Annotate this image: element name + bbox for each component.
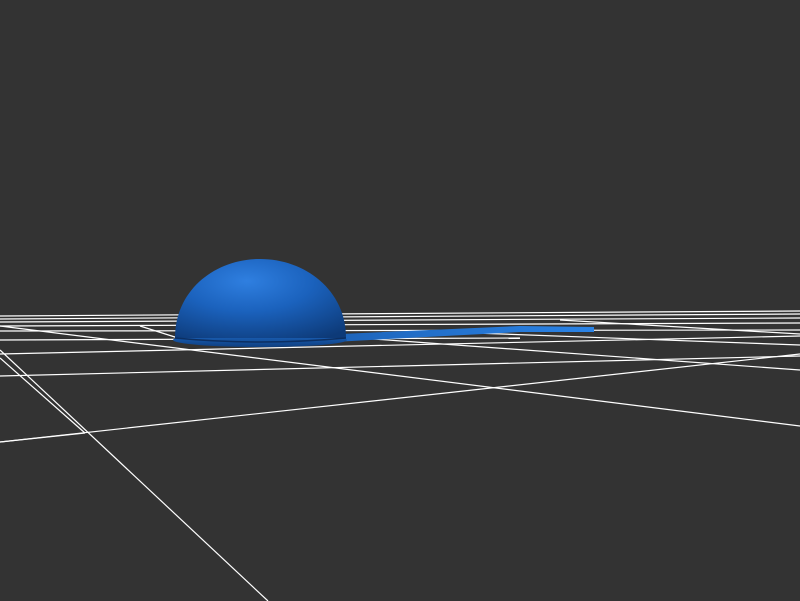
background: [0, 0, 800, 601]
3d-viewport[interactable]: [0, 0, 800, 601]
scene-canvas[interactable]: [0, 0, 800, 601]
